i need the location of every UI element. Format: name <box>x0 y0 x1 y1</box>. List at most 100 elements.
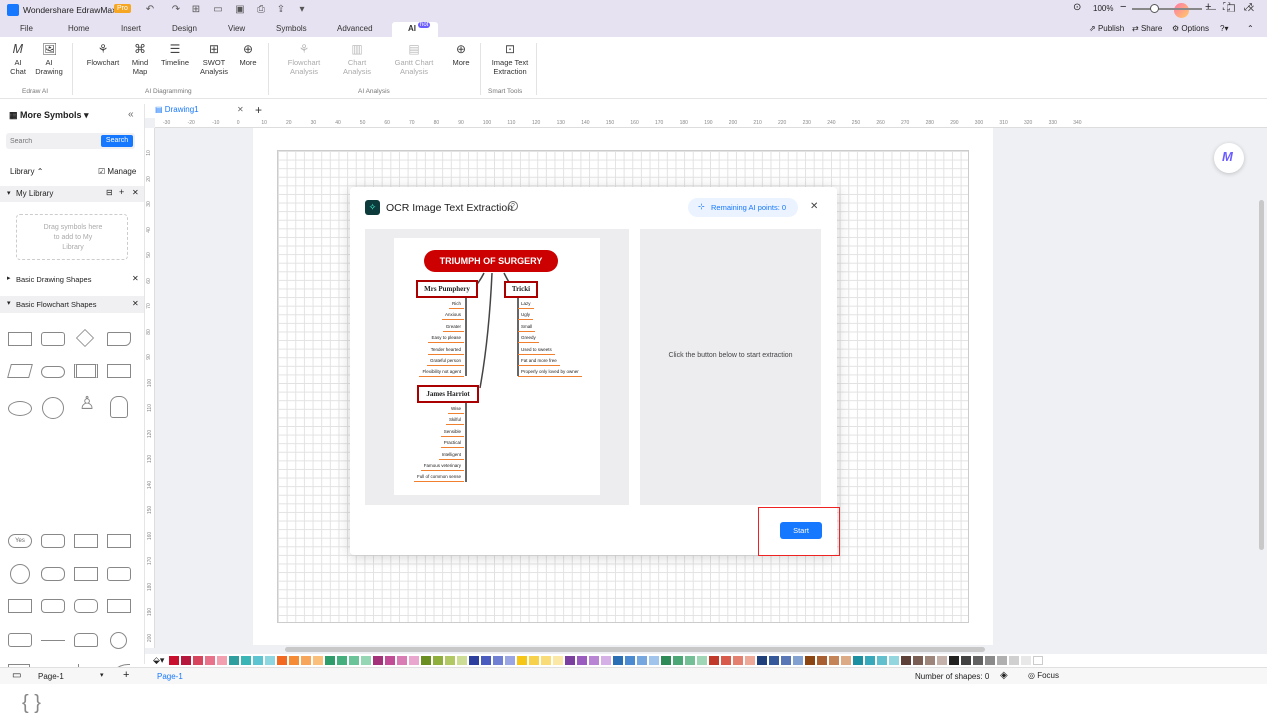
ai-assistant-button[interactable]: M <box>1214 143 1244 173</box>
help-icon[interactable]: ?▾ <box>1220 24 1228 33</box>
color-swatch[interactable] <box>181 656 191 665</box>
color-swatch[interactable] <box>1033 656 1043 665</box>
color-swatch[interactable] <box>517 656 527 665</box>
color-swatch[interactable] <box>469 656 479 665</box>
customize-icon[interactable]: ▾ <box>296 4 308 16</box>
manage-button[interactable]: ☑ Manage <box>98 167 136 176</box>
color-swatch[interactable] <box>973 656 983 665</box>
color-swatch[interactable] <box>721 656 731 665</box>
loop-limit-shape[interactable] <box>74 633 98 647</box>
redo-icon[interactable]: ↷ <box>170 4 182 16</box>
tape-shape[interactable] <box>8 599 32 613</box>
color-swatch[interactable] <box>865 656 875 665</box>
hexagon-shape[interactable] <box>8 633 32 647</box>
color-swatch[interactable] <box>745 656 755 665</box>
color-swatch[interactable] <box>457 656 467 665</box>
add-page-icon[interactable]: + <box>123 669 129 681</box>
color-swatch[interactable] <box>241 656 251 665</box>
color-swatch[interactable] <box>301 656 311 665</box>
color-swatch[interactable] <box>985 656 995 665</box>
color-swatch[interactable] <box>169 656 179 665</box>
brace-shape[interactable]: { } <box>22 692 41 715</box>
color-swatch[interactable] <box>217 656 227 665</box>
document-shape[interactable] <box>107 332 131 346</box>
options-button[interactable]: ⚙ Options <box>1172 24 1209 33</box>
color-swatch[interactable] <box>253 656 263 665</box>
color-swatch[interactable] <box>481 656 491 665</box>
connector-circle-shape[interactable] <box>10 564 30 584</box>
zoom-level[interactable]: 100% <box>1093 4 1113 13</box>
color-swatch[interactable] <box>205 656 215 665</box>
flowchart-button[interactable]: ⚘ Flowchart <box>84 43 122 68</box>
panel-title[interactable]: ▦ More Symbols ▾ <box>9 110 89 121</box>
color-swatch[interactable] <box>445 656 455 665</box>
color-swatch[interactable] <box>361 656 371 665</box>
fill-icon[interactable]: ⬙▾ <box>153 655 164 666</box>
start-button[interactable]: Start <box>780 522 822 539</box>
close-category-icon[interactable]: ✕ <box>132 299 139 308</box>
color-swatch[interactable] <box>769 656 779 665</box>
page-panel-icon[interactable]: ▭ <box>12 670 21 681</box>
more-analysis-button[interactable]: ⊕ More <box>449 43 473 68</box>
color-swatch[interactable] <box>229 656 239 665</box>
vertical-scrollbar[interactable] <box>1259 200 1264 550</box>
off-page-shape[interactable] <box>41 599 65 613</box>
collapse-ribbon-icon[interactable]: ⌃ <box>1247 24 1254 33</box>
ai-chat-button[interactable]: 𝑀 AI Chat <box>6 43 30 77</box>
color-swatch[interactable] <box>937 656 947 665</box>
ai-drawing-button[interactable]: 🖼 AI Drawing <box>32 43 66 77</box>
color-swatch[interactable] <box>997 656 1007 665</box>
decision-shape[interactable] <box>75 328 95 348</box>
color-swatch[interactable] <box>913 656 923 665</box>
flowchart-analysis-button[interactable]: ⚘ Flowchart Analysis <box>280 43 328 77</box>
drop-zone[interactable]: Drag symbols here to add to My Library <box>16 214 128 260</box>
color-swatch[interactable] <box>505 656 515 665</box>
color-swatch[interactable] <box>697 656 707 665</box>
color-swatch[interactable] <box>853 656 863 665</box>
mind-map-button[interactable]: ⌘ Mind Map <box>127 43 153 77</box>
color-swatch[interactable] <box>193 656 203 665</box>
new-icon[interactable]: ⊞ <box>190 4 202 16</box>
color-swatch[interactable] <box>685 656 695 665</box>
new-tab-icon[interactable]: + <box>255 103 262 117</box>
fit-page-icon[interactable]: ⛶ <box>1223 2 1230 13</box>
color-swatch[interactable] <box>961 656 971 665</box>
menu-home[interactable]: Home <box>68 24 89 33</box>
share-button[interactable]: ⇄ Share <box>1132 24 1162 33</box>
color-swatch[interactable] <box>325 656 335 665</box>
basic-drawing-row[interactable]: ▸ Basic Drawing Shapes ✕ <box>0 271 144 287</box>
user-avatar[interactable] <box>1174 3 1189 18</box>
rounded-process-shape[interactable] <box>41 332 65 346</box>
menu-design[interactable]: Design <box>172 24 197 33</box>
print-icon[interactable]: ⎙ <box>255 4 267 16</box>
swot-button[interactable]: ⊞ SWOT Analysis <box>197 43 231 77</box>
tab-drawing1[interactable]: ▤ Drawing1 <box>155 105 199 114</box>
internal-storage-shape[interactable] <box>107 364 131 378</box>
color-swatch[interactable] <box>925 656 935 665</box>
color-swatch[interactable] <box>553 656 563 665</box>
cylinder-shape[interactable] <box>41 534 65 548</box>
color-swatch[interactable] <box>709 656 719 665</box>
color-swatch[interactable] <box>829 656 839 665</box>
fullscreen-icon[interactable]: ⤢ <box>1244 2 1252 13</box>
basic-flowchart-row[interactable]: ▾ Basic Flowchart Shapes ✕ <box>0 296 144 313</box>
timeline-button[interactable]: ☰ Timeline <box>158 43 192 68</box>
color-swatch[interactable] <box>433 656 443 665</box>
circle-shape[interactable] <box>42 397 64 419</box>
direct-data-shape[interactable] <box>41 567 65 581</box>
color-swatch[interactable] <box>337 656 347 665</box>
database-shape[interactable] <box>110 396 128 418</box>
ellipse-shape[interactable] <box>8 401 32 416</box>
color-swatch[interactable] <box>409 656 419 665</box>
color-swatch[interactable] <box>841 656 851 665</box>
color-swatch[interactable] <box>289 656 299 665</box>
menu-view[interactable]: View <box>228 24 245 33</box>
color-swatch[interactable] <box>625 656 635 665</box>
yes-oval[interactable]: Yes <box>8 534 32 548</box>
color-swatch[interactable] <box>817 656 827 665</box>
color-swatch[interactable] <box>577 656 587 665</box>
data-shape[interactable] <box>7 364 33 378</box>
menu-insert[interactable]: Insert <box>121 24 141 33</box>
zoom-slider[interactable] <box>1132 8 1202 10</box>
manual-input-shape[interactable] <box>74 567 98 581</box>
